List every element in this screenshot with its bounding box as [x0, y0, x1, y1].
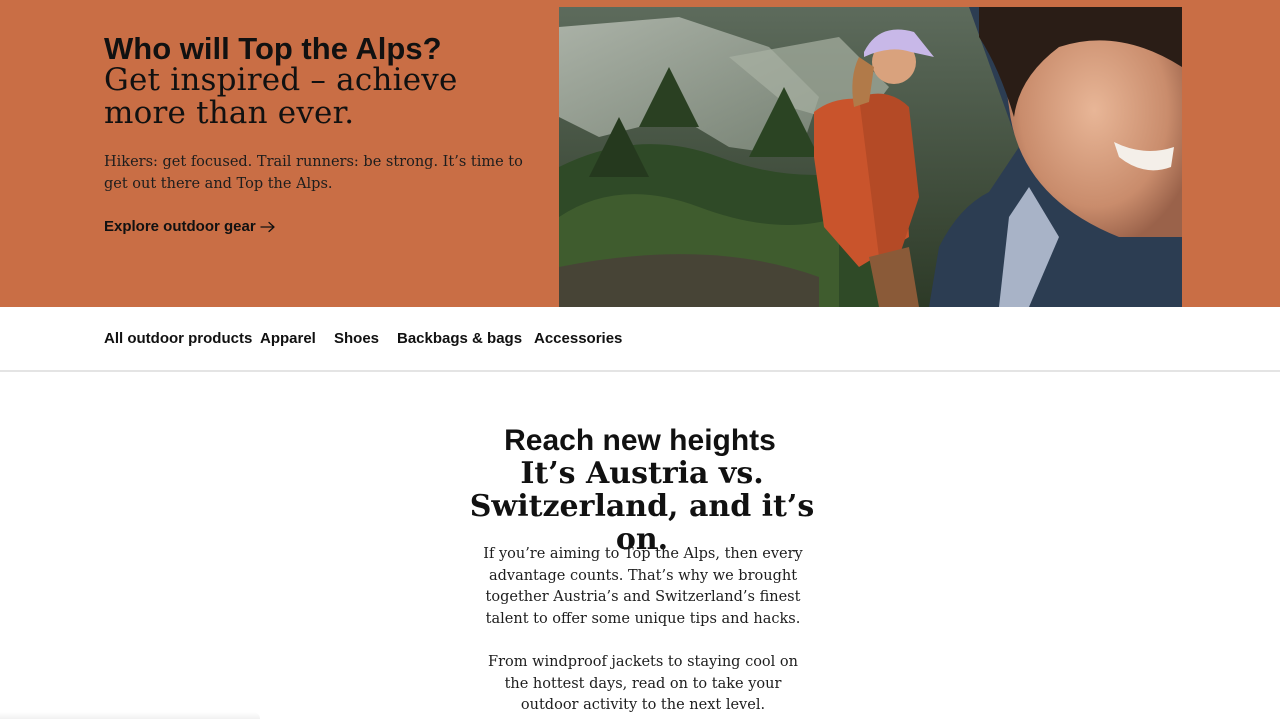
arrow-right-icon [260, 221, 276, 233]
section-paragraph-1: If you’re aiming to Top the Alps, then e… [483, 546, 803, 627]
bottom-edge-shadow [0, 712, 260, 719]
hero-photo-hikers [559, 7, 1182, 307]
explore-outdoor-gear-link[interactable]: Explore outdoor gear [104, 217, 276, 237]
hero-banner: Who will Top the Alps? Get inspired – ac… [0, 0, 1280, 307]
subnav-item-backbags-bags[interactable]: Backbags & bags [397, 329, 522, 349]
section-subtitle: It’s Austria vs. Switzerland, and it’s o… [469, 456, 815, 557]
hero-subtitle: Get inspired – achieve more than ever. [104, 62, 458, 131]
section-title: Reach new heights [504, 424, 776, 457]
subnav-item-apparel[interactable]: Apparel [260, 329, 316, 349]
subnav-item-shoes[interactable]: Shoes [334, 329, 379, 349]
subnav-item-all-outdoor-products[interactable]: All outdoor products [104, 329, 252, 349]
subnav-item-accessories[interactable]: Accessories [534, 329, 622, 349]
hero-body-text: Hikers: get focused. Trail runners: be s… [104, 154, 523, 192]
section-paragraph-2: From windproof jackets to staying cool o… [488, 654, 798, 713]
hero-link-label: Explore outdoor gear [104, 218, 256, 235]
category-subnav: All outdoor products Apparel Shoes Backb… [0, 307, 1280, 372]
